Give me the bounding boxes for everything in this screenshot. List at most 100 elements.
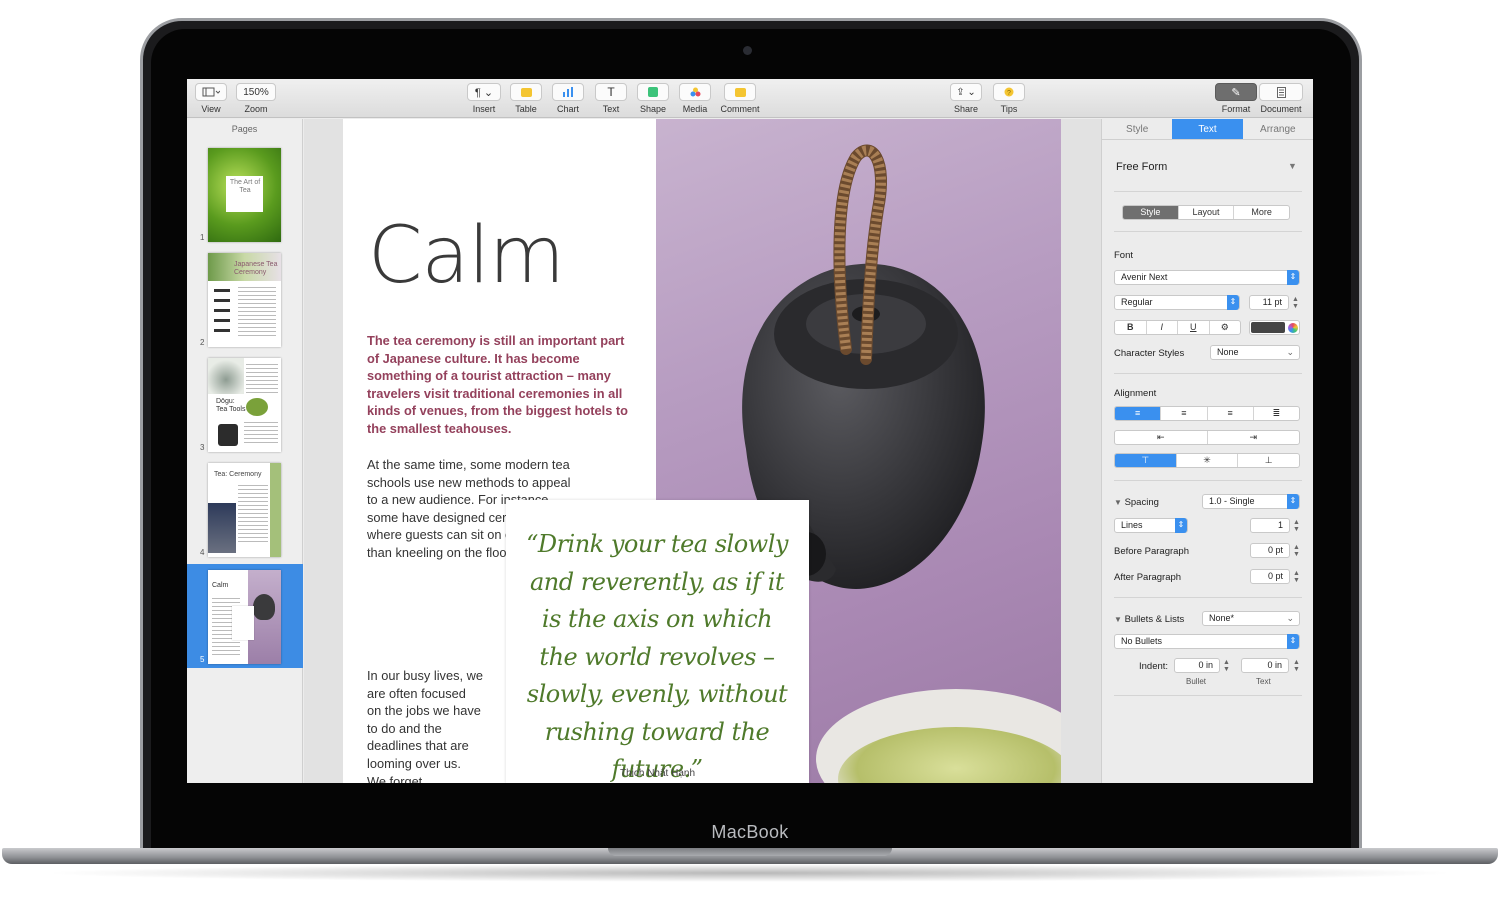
before-paragraph-stepper[interactable]: ▲ ▼ (1293, 544, 1300, 558)
decrease-indent-icon[interactable]: ⇤ (1115, 431, 1208, 444)
align-middle-icon[interactable]: ✳ (1177, 454, 1239, 467)
tab-style[interactable]: Style (1102, 119, 1172, 139)
font-size-stepper[interactable]: ▲ ▼ (1292, 296, 1299, 310)
font-color-well[interactable] (1249, 320, 1300, 335)
page-thumbnail-5[interactable]: Calm 5 (187, 564, 303, 668)
chevron-down-icon[interactable]: ▼ (1288, 161, 1297, 171)
share-button[interactable]: ⇪ ⌄ Share (950, 83, 982, 114)
zoom-button[interactable]: 150% Zoom (236, 83, 276, 114)
font-size-field[interactable]: 11 pt (1249, 295, 1289, 310)
bullets-style-select[interactable]: None* ⌄ (1202, 611, 1300, 626)
page-number: 4 (200, 548, 205, 557)
pull-quote-box[interactable]: “Drink your tea slowly and reverently, a… (506, 500, 809, 783)
camera-icon (743, 46, 752, 55)
bullet-indent-field[interactable]: 0 in (1174, 658, 1220, 673)
paragraph-style-name[interactable]: Free Form (1116, 161, 1167, 173)
pull-quote: “Drink your tea slowly and reverently, a… (526, 530, 788, 783)
thumbnail-image: The Art of Tea (208, 148, 281, 242)
spacing-select[interactable]: 1.0 - Single ⇕ (1202, 494, 1300, 509)
thumbnail-photo-2 (208, 503, 236, 553)
character-styles-label: Character Styles (1114, 348, 1185, 359)
shape-button[interactable]: Shape (637, 83, 669, 114)
page-title[interactable]: Calm (368, 211, 565, 301)
page-number: 3 (200, 443, 205, 452)
thumbnail-photo (208, 358, 244, 394)
document-icon (1259, 83, 1303, 101)
thumbnail-text: Dōgu: Tea Tools (216, 398, 246, 413)
align-center-icon[interactable]: ≡ (1161, 407, 1208, 420)
vertical-alignment-buttons: ⊤ ✳ ⊥ (1114, 453, 1300, 468)
spacing-disclosure[interactable]: ▼ Spacing (1114, 497, 1159, 508)
pages-app-window: View 150% Zoom ¶ ⌄ Insert Table Chart T … (187, 79, 1313, 783)
subtab-more[interactable]: More (1234, 206, 1289, 219)
insert-button[interactable]: ¶ ⌄ Insert (467, 83, 501, 114)
page-thumbnail-4[interactable]: Tea: Ceremony 4 (187, 457, 303, 561)
bullet-indent-stepper[interactable]: ▲ ▼ (1223, 659, 1230, 673)
bullet-type-select[interactable]: No Bullets ⇕ (1114, 634, 1300, 649)
font-weight-select[interactable]: Regular ⇕ (1114, 295, 1240, 310)
thumbnail-lines-2 (244, 422, 278, 446)
indent-label: Indent: (1139, 661, 1169, 672)
increase-indent-icon[interactable]: ⇥ (1208, 431, 1300, 444)
subtab-layout[interactable]: Layout (1179, 206, 1235, 219)
bullet-type-value: No Bullets (1121, 636, 1163, 646)
share-label: Share (953, 104, 979, 114)
thumbnail-text: Japanese Tea Ceremony (234, 261, 278, 276)
document-button[interactable]: Document (1259, 83, 1303, 114)
underline-button[interactable]: U (1178, 321, 1210, 334)
align-right-icon[interactable]: ≡ (1208, 407, 1254, 420)
after-paragraph-stepper[interactable]: ▲ ▼ (1293, 570, 1300, 584)
text-indent-field[interactable]: 0 in (1241, 658, 1289, 673)
after-paragraph-field[interactable]: 0 pt (1250, 569, 1290, 584)
chart-icon (552, 83, 584, 101)
thumbnail-quote-box (232, 606, 254, 640)
media-label: Media (682, 104, 708, 114)
bullets-disclosure[interactable]: ▼ Bullets & Lists (1114, 614, 1184, 625)
format-button[interactable]: ✎ Format (1215, 83, 1257, 114)
tab-text[interactable]: Text (1172, 119, 1243, 139)
body-paragraph-2[interactable]: In our busy lives, we are often focused … (367, 667, 483, 783)
tips-button[interactable]: ? Tips (993, 83, 1025, 114)
font-family-select[interactable]: Avenir Next ⇕ (1114, 270, 1300, 285)
chart-button[interactable]: Chart (552, 83, 584, 114)
before-paragraph-field[interactable]: 0 pt (1250, 543, 1290, 558)
page-thumbnail-3[interactable]: Dōgu: Tea Tools 3 (187, 352, 303, 456)
lead-paragraph[interactable]: The tea ceremony is still an important p… (367, 332, 629, 438)
comment-button[interactable]: Comment (717, 83, 763, 114)
italic-button[interactable]: I (1147, 321, 1178, 334)
updown-icon: ⇕ (1227, 295, 1239, 310)
divider (1114, 191, 1302, 192)
gear-icon[interactable]: ⚙ (1210, 321, 1241, 334)
align-justify-icon[interactable]: ≣ (1254, 407, 1299, 420)
updown-icon: ⇕ (1287, 634, 1299, 649)
character-styles-select[interactable]: None ⌄ (1210, 345, 1300, 360)
media-button[interactable]: Media (679, 83, 711, 114)
text-button[interactable]: T Text (595, 83, 627, 114)
alignment-buttons: ≡ ≡ ≡ ≣ (1114, 406, 1300, 421)
color-swatch (1251, 322, 1285, 333)
align-left-icon[interactable]: ≡ (1115, 407, 1162, 420)
page-number: 5 (200, 655, 205, 664)
table-button[interactable]: Table (510, 83, 542, 114)
text-indent-stepper[interactable]: ▲ ▼ (1293, 659, 1300, 673)
page-thumbnail-1[interactable]: The Art of Tea 1 (187, 142, 303, 246)
spacing-unit-select[interactable]: Lines ⇕ (1114, 518, 1188, 533)
page-thumbnail-2[interactable]: Japanese Tea Ceremony 2 (187, 247, 303, 351)
thumbnail-text: The Art of Tea (229, 179, 261, 194)
page-number: 2 (200, 338, 205, 347)
thumbnail-image: Dōgu: Tea Tools (208, 358, 281, 452)
device-label: MacBook (711, 822, 789, 842)
bullets-style-value: None* (1209, 613, 1235, 623)
view-button[interactable]: View (195, 83, 227, 114)
line-spacing-stepper[interactable]: ▲ ▼ (1293, 519, 1300, 533)
bold-button[interactable]: B (1115, 321, 1147, 334)
align-bottom-icon[interactable]: ⊥ (1238, 454, 1299, 467)
text-style-buttons: B I U ⚙ (1114, 320, 1241, 335)
text-caption: Text (1256, 677, 1271, 686)
tab-arrange[interactable]: Arrange (1243, 119, 1313, 139)
subtab-style[interactable]: Style (1123, 206, 1179, 219)
align-top-icon[interactable]: ⊤ (1115, 454, 1177, 467)
document-page[interactable]: Calm The tea ceremony is still an import… (343, 119, 1061, 783)
after-paragraph-label: After Paragraph (1114, 572, 1182, 583)
line-spacing-field[interactable]: 1 (1250, 518, 1290, 533)
